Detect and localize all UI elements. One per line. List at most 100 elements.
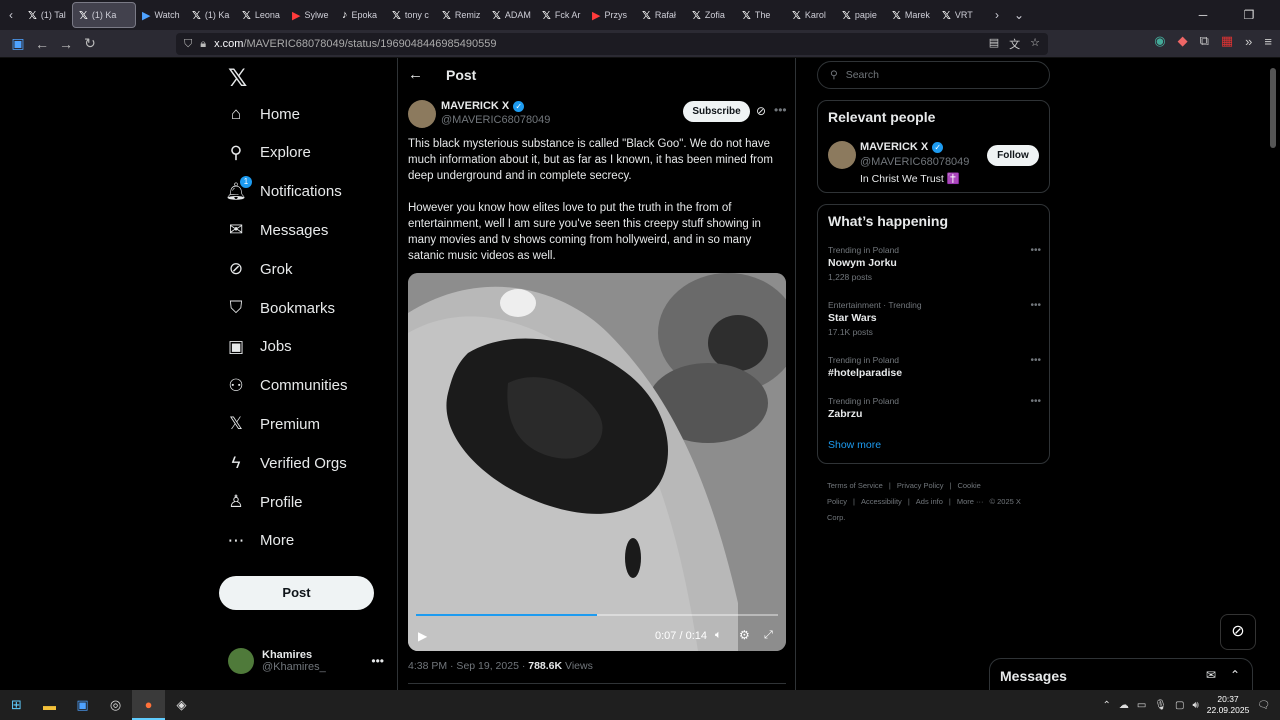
reload-icon[interactable]: ↻ (78, 35, 102, 52)
browser-tab[interactable]: 𝕏 (1) Tal (22, 2, 72, 28)
browser-tab[interactable]: 𝕏 Fck Ar (536, 2, 586, 28)
author-avatar[interactable] (408, 100, 436, 128)
nav-item-messages[interactable]: ✉ Messages (226, 220, 329, 240)
notifications-center-icon[interactable]: 🗨︎ (1257, 700, 1270, 711)
nav-item-communities[interactable]: ⚇ Communities (226, 376, 347, 396)
nav-item-jobs[interactable]: ▣ Jobs (226, 337, 292, 357)
show-more-link[interactable]: Show more (828, 439, 881, 451)
nav-item-bookmarks[interactable]: ⛉ Bookmarks (226, 298, 335, 318)
more-dots-icon[interactable]: ••• (1030, 245, 1041, 256)
trend-item[interactable]: Trending in Poland Nowym Jorku 1,228 posts… (828, 245, 1041, 282)
microphone-icon[interactable]: 🎙︎ (1154, 700, 1167, 711)
forward-icon[interactable]: → (54, 36, 78, 52)
grok-icon[interactable]: ⊘ (756, 104, 766, 118)
sidebar-toggle-icon[interactable]: ▣ (6, 35, 30, 52)
expand-chevron-icon[interactable]: ⌃ (1230, 668, 1240, 682)
relevant-person-handle[interactable]: @MAVERIC68078049 (860, 156, 969, 168)
browser-tab[interactable]: 𝕏 Remiz (436, 2, 486, 28)
url-bar[interactable]: ⛉ 🔒︎ x.com/MAVERIC68078049/status/196904… (176, 33, 1048, 55)
nav-item-premium[interactable]: 𝕏 Premium (226, 414, 320, 434)
more-dots-icon[interactable]: ••• (1030, 396, 1041, 407)
browser-tab[interactable]: 𝕏papie (836, 2, 886, 28)
folder-tray-icon[interactable]: ▭ (1137, 700, 1146, 711)
cloud-icon[interactable]: ☁ (1119, 700, 1129, 711)
author-name-row[interactable]: MAVERICK X ✓ (441, 100, 525, 112)
video-player[interactable]: ▶ 0:07 / 0:14 🔈︎ ⚙ ⤢ (408, 273, 786, 651)
browser-tab[interactable]: ▶ Przys (586, 2, 636, 28)
file-explorer-icon[interactable]: ▬ (33, 690, 66, 720)
browser-tab[interactable]: 𝕏 VRT (936, 2, 986, 28)
app-icon[interactable]: ◈ (165, 690, 198, 720)
subscribe-button[interactable]: Subscribe (683, 101, 750, 122)
volume-tray-icon[interactable]: 🔊︎ (1192, 700, 1198, 711)
minimize-icon[interactable]: ─ (1180, 8, 1226, 22)
back-icon[interactable]: ← (30, 36, 54, 52)
follow-button[interactable]: Follow (987, 145, 1039, 166)
browser-tab[interactable]: 𝕏tony c (386, 2, 436, 28)
browser-tab[interactable]: 𝕏 (1) Ka (186, 2, 236, 28)
maximize-icon[interactable]: ❐ (1226, 8, 1272, 22)
more-dots-icon[interactable]: ••• (1030, 300, 1041, 311)
nav-item-notifications[interactable]: 🔔︎ 1 Notifications (225, 175, 342, 202)
monitor-app-icon[interactable]: ▣ (66, 690, 99, 720)
volume-icon[interactable]: 🔈︎ (715, 629, 722, 642)
fullscreen-icon[interactable]: ⤢ (764, 629, 773, 642)
more-dots-icon[interactable]: ••• (1030, 355, 1041, 366)
browser-tab[interactable]: 𝕏 Leona (236, 2, 286, 28)
vpn-extension-icon[interactable]: ◉ (1154, 33, 1165, 49)
tray-chevron-icon[interactable]: ⌃ (1102, 700, 1110, 711)
relevant-person-name-row[interactable]: MAVERICK X ✓ (860, 141, 944, 153)
trend-item[interactable]: Entertainment · Trending Star Wars 17.1K p… (828, 300, 1041, 337)
close-window-icon[interactable]: ✕ (1272, 8, 1280, 22)
grok-fab-icon[interactable]: ⊘ (1220, 614, 1256, 650)
browser-tab[interactable]: 𝕏 ADAM (486, 2, 536, 28)
post-timestamp[interactable]: 4:38 PM · Sep 19, 2025 · (408, 660, 528, 672)
page-scrollbar[interactable] (1270, 68, 1276, 148)
x-logo-icon[interactable]: 𝕏 (228, 64, 247, 93)
trend-item[interactable]: Trending in Poland #hotelparadise ••• (828, 355, 1041, 379)
extensions-icon[interactable]: ⧉ (1200, 33, 1209, 49)
play-icon[interactable]: ▶ (418, 629, 427, 643)
reader-view-icon[interactable]: ▤ (989, 36, 999, 52)
hamburger-menu-icon[interactable]: ≡ (1264, 34, 1272, 49)
footer-link[interactable]: Accessibility (861, 497, 902, 506)
browser-tab[interactable]: 𝕏 Zofia (686, 2, 736, 28)
overflow-chevron-icon[interactable]: » (1245, 34, 1252, 49)
nav-item-grok[interactable]: ⊘ Grok (226, 259, 293, 279)
shield-icon[interactable]: ⛉ (184, 38, 192, 51)
steam-icon[interactable]: ◎ (99, 690, 132, 720)
footer-link[interactable]: More ··· (957, 497, 984, 506)
back-arrow-icon[interactable]: ← (408, 66, 423, 83)
trend-item[interactable]: Trending in Poland Zabrzu ••• (828, 396, 1041, 420)
browser-tab[interactable]: 𝕏 (1) Ka (72, 2, 136, 28)
nav-item-explore[interactable]: ⚲ Explore (226, 143, 311, 163)
browser-tab[interactable]: ▶ Watch (136, 2, 186, 28)
footer-link[interactable]: Privacy Policy (897, 481, 944, 490)
fox-extension-icon[interactable]: ◆ (1178, 33, 1188, 49)
new-message-icon[interactable]: ✉ (1206, 668, 1216, 682)
nav-item-more[interactable]: ⋯ More (226, 531, 295, 551)
account-switcher[interactable]: Khamires @Khamires_ ••• (228, 648, 388, 674)
network-icon[interactable]: ▢ (1175, 700, 1184, 711)
browser-tab[interactable]: ♪ Epoka (336, 2, 386, 28)
more-dots-icon[interactable]: ••• (371, 654, 384, 668)
more-dots-icon[interactable]: ••• (774, 103, 787, 117)
browser-tab[interactable]: 𝕏 The (736, 2, 786, 28)
lock-icon[interactable]: 🔒︎ (200, 38, 206, 51)
clock[interactable]: 20:37 22.09.2025 (1207, 694, 1250, 716)
browser-tab[interactable]: ▶ Sylwe (286, 2, 336, 28)
search-input[interactable]: ⚲ Search (817, 61, 1050, 89)
windows-start-icon[interactable]: ⊞ (0, 690, 33, 720)
nav-item-home[interactable]: ⌂ Home (226, 104, 300, 124)
addon-badge-icon[interactable]: ▦ (1221, 33, 1233, 49)
video-progress-bar[interactable] (416, 614, 778, 616)
author-handle[interactable]: @MAVERIC68078049 (441, 114, 550, 126)
browser-tab[interactable]: 𝕏 Marek (886, 2, 936, 28)
post-button[interactable]: Post (219, 576, 374, 610)
footer-link[interactable]: Ads info (916, 497, 943, 506)
nav-item-profile[interactable]: ♙ Profile (226, 492, 302, 512)
translate-icon[interactable]: 文 (1009, 36, 1020, 52)
gear-icon[interactable]: ⚙ (739, 628, 750, 642)
firefox-icon[interactable]: ● (132, 690, 165, 720)
avatar[interactable] (828, 141, 856, 169)
